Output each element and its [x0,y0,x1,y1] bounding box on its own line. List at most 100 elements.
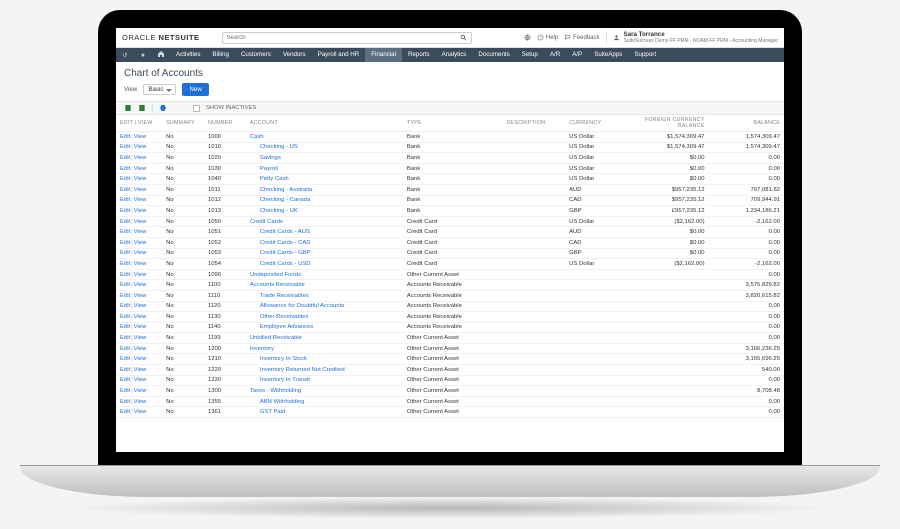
nav-item-a-r[interactable]: A/R [544,48,566,62]
export-xls-icon[interactable] [138,104,146,112]
nav-item-documents[interactable]: Documents [472,48,515,62]
help-link[interactable]: ? Help [537,34,558,41]
account-link[interactable]: Payroll [250,166,278,172]
view-link[interactable]: View [134,187,147,193]
edit-link[interactable]: Edit [120,399,130,405]
nav-item-reports[interactable]: Reports [402,48,436,62]
account-link[interactable]: Allowance for Doubtful Accounts [250,303,344,309]
edit-link[interactable]: Edit [120,335,130,341]
nav-item-activities[interactable]: Activities [170,48,206,62]
view-link[interactable]: View [134,272,147,278]
account-link[interactable]: Inventory In Transit [250,377,310,383]
account-link[interactable]: Checking - UK [250,208,298,214]
col-number[interactable]: NUMBER [204,115,246,132]
edit-link[interactable]: Edit [120,250,130,256]
view-link[interactable]: View [134,176,147,182]
feedback-link[interactable]: Feedback [564,34,599,41]
account-link[interactable]: Checking - Australia [250,187,312,193]
edit-link[interactable]: Edit [120,166,130,172]
view-link[interactable]: View [134,219,147,225]
account-link[interactable]: Employee Advances [250,324,313,330]
view-link[interactable]: View [134,240,147,246]
account-link[interactable]: Credit Cards - USD [250,261,311,267]
edit-link[interactable]: Edit [120,314,130,320]
nav-item-analytics[interactable]: Analytics [436,48,473,62]
view-link[interactable]: View [134,335,147,341]
view-select[interactable]: Basic [143,84,176,95]
view-link[interactable]: View [134,250,147,256]
nav-star-icon[interactable]: ★ [134,52,152,59]
account-link[interactable]: Credit Cards - GBP [250,250,311,256]
edit-link[interactable]: Edit [120,377,130,383]
new-button[interactable]: New [182,83,208,96]
view-link[interactable]: View [134,356,147,362]
edit-link[interactable]: Edit [120,293,130,299]
view-link[interactable]: View [134,399,147,405]
view-link[interactable]: View [134,314,147,320]
account-link[interactable]: Taxes - Withholding [250,388,301,394]
col-type[interactable]: TYPE [403,115,502,132]
account-link[interactable]: Credit Cards [250,219,283,225]
edit-link[interactable]: Edit [120,388,130,394]
edit-link[interactable]: Edit [120,356,130,362]
print-icon[interactable] [159,104,167,112]
export-csv-icon[interactable] [124,104,132,112]
nav-item-a-p[interactable]: A/P [566,48,588,62]
nav-history-icon[interactable]: ↺ [116,52,134,59]
view-link[interactable]: View [134,208,147,214]
view-link[interactable]: View [134,346,147,352]
nav-item-financial[interactable]: Financial [365,48,402,62]
col-currency[interactable]: CURRENCY [565,115,623,132]
edit-link[interactable]: Edit [120,282,130,288]
edit-link[interactable]: Edit [120,208,130,214]
account-link[interactable]: Inventory [250,346,274,352]
nav-item-payroll-and-hr[interactable]: Payroll and HR [312,48,366,62]
col-account[interactable]: ACCOUNT [246,115,403,132]
view-link[interactable]: View [134,293,147,299]
view-link[interactable]: View [134,166,147,172]
view-link[interactable]: View [134,229,147,235]
edit-link[interactable]: Edit [120,134,130,140]
account-link[interactable]: Inventory Returned Not Credited [250,367,345,373]
view-link[interactable]: View [134,324,147,330]
account-link[interactable]: Cash [250,134,264,140]
account-link[interactable]: Credit Cards - AUS [250,229,310,235]
account-link[interactable]: Other Receivables [250,314,308,320]
nav-item-support[interactable]: Support [628,48,662,62]
edit-link[interactable]: Edit [120,144,130,150]
global-search[interactable] [222,32,472,44]
account-link[interactable]: Inventory In Stock [250,356,307,362]
edit-link[interactable]: Edit [120,219,130,225]
account-link[interactable]: Trade Receivables [250,293,309,299]
edit-link[interactable]: Edit [120,346,130,352]
nav-item-billing[interactable]: Billing [206,48,235,62]
view-link[interactable]: View [134,367,147,373]
account-link[interactable]: Checking - Canada [250,197,310,203]
view-link[interactable]: View [134,409,147,415]
nav-item-suiteapps[interactable]: SuiteApps [588,48,628,62]
search-input[interactable] [227,35,460,41]
view-link[interactable]: View [134,155,147,161]
edit-link[interactable]: Edit [120,229,130,235]
nav-item-setup[interactable]: Setup [516,48,544,62]
col-balance[interactable]: BALANCE [709,115,784,132]
edit-link[interactable]: Edit [120,240,130,246]
col-summary[interactable]: SUMMARY [162,115,204,132]
view-link[interactable]: View [134,197,147,203]
view-link[interactable]: View [134,388,147,394]
account-link[interactable]: Checking - US [250,144,298,150]
nav-home-icon[interactable] [152,50,170,60]
account-link[interactable]: Unbilled Receivable [250,335,302,341]
edit-link[interactable]: Edit [120,261,130,267]
edit-link[interactable]: Edit [120,187,130,193]
view-link[interactable]: View [134,377,147,383]
edit-link[interactable]: Edit [120,197,130,203]
view-link[interactable]: View [134,144,147,150]
edit-link[interactable]: Edit [120,324,130,330]
edit-link[interactable]: Edit [120,367,130,373]
account-link[interactable]: ABN Withholding [250,399,305,405]
account-link[interactable]: Petty Cash [250,176,289,182]
edit-link[interactable]: Edit [120,272,130,278]
view-link[interactable]: View [134,282,147,288]
view-link[interactable]: View [134,134,147,140]
